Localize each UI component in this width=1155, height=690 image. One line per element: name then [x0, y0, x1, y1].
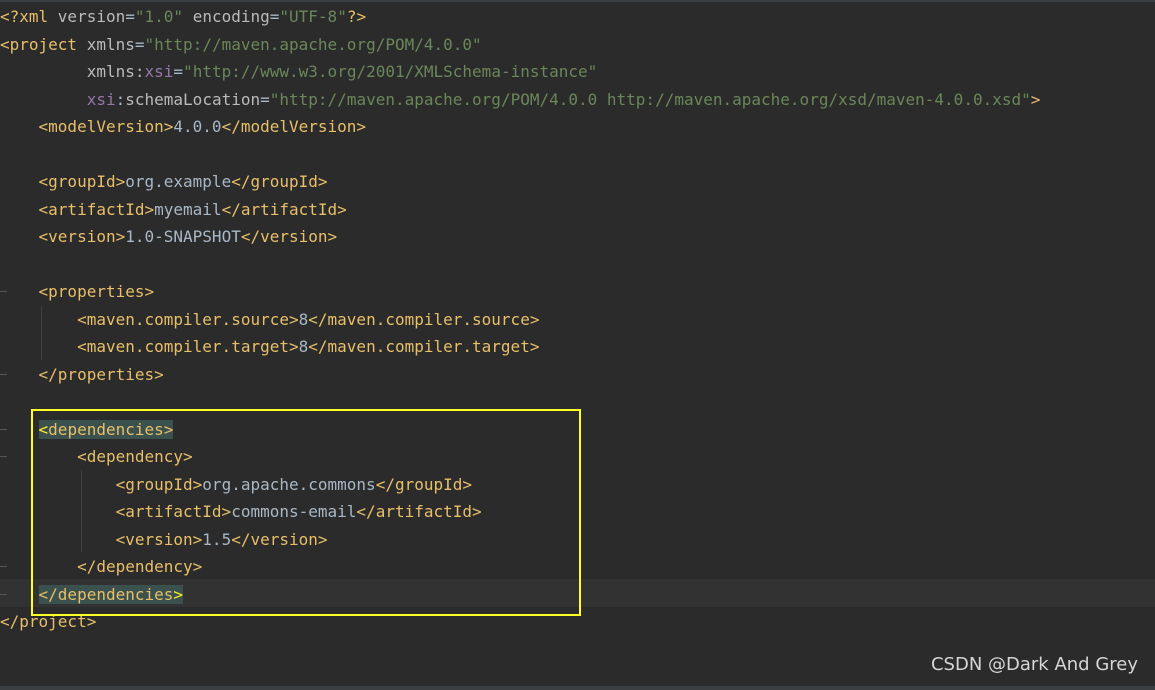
code-token: <version> [38, 227, 126, 246]
code-token: 8 [298, 337, 309, 356]
code-token: = [269, 7, 280, 26]
code-token: = [134, 34, 145, 54]
code-token: : [134, 62, 145, 81]
code-line[interactable]: </properties> [0, 361, 164, 388]
code-line[interactable]: <maven.compiler.target>8</maven.compiler… [0, 333, 539, 360]
code-editor[interactable]: <?xml version="1.0" encoding="UTF-8"?> <p… [0, 0, 1155, 690]
code-token: <groupId> [38, 172, 126, 191]
code-token: </maven.compiler.source> [308, 309, 540, 329]
code-token: ?> [346, 7, 367, 26]
code-token: xmlns [86, 62, 135, 81]
code-token: "UTF-8" [279, 7, 347, 26]
code-token: </version> [240, 227, 338, 246]
code-line[interactable]: <project xmlns="http://maven.apache.org/… [0, 31, 482, 58]
code-token: <maven.compiler.source> [77, 309, 299, 329]
code-token: = [173, 62, 184, 81]
code-token: </properties> [38, 364, 164, 384]
code-token: </artifactId> [221, 199, 347, 219]
code-line[interactable]: xmlns:xsi="http://www.w3.org/2001/XMLSch… [0, 58, 598, 85]
code-token: <properties> [38, 282, 155, 301]
editor-top-border [0, 0, 1155, 2]
code-token: schemaLocation [125, 89, 261, 109]
code-line[interactable]: <artifactId>myemail</artifactId> [0, 196, 347, 223]
code-line[interactable]: <?xml version="1.0" encoding="UTF-8"?> [0, 3, 366, 30]
code-token: = [260, 89, 270, 109]
code-line[interactable]: xsi:schemaLocation="http://maven.apache.… [0, 86, 1041, 113]
code-line[interactable]: <modelVersion>4.0.0</modelVersion> [0, 113, 367, 140]
code-token: > [1030, 89, 1041, 109]
code-token: xmlns [86, 34, 135, 54]
code-token: </maven.compiler.target> [308, 337, 540, 356]
code-token: "http://www.w3.org/2001/XMLSchema-instan… [183, 62, 598, 81]
code-token: : [115, 89, 126, 109]
code-token: <artifactId> [38, 199, 155, 219]
code-token: </groupId> [231, 172, 328, 191]
code-token: <?xml [0, 7, 58, 26]
editor-bottom-border [0, 686, 1155, 690]
code-token: org.example [125, 172, 232, 191]
code-token: 8 [298, 309, 309, 329]
code-token: <modelVersion> [38, 117, 174, 136]
code-token: = [125, 7, 135, 26]
code-line[interactable]: <groupId>org.example</groupId> [0, 168, 328, 195]
watermark: CSDN @Dark And Grey [930, 654, 1138, 675]
code-token: "1.0" [134, 7, 184, 26]
code-token: </modelVersion> [221, 117, 367, 136]
code-token: encoding [192, 7, 270, 26]
code-token: <maven.compiler.target> [77, 337, 299, 356]
code-token: myemail [154, 199, 222, 219]
code-token: "http://maven.apache.org/POM/4.0.0" [144, 34, 482, 54]
code-line[interactable]: <maven.compiler.source>8</maven.compiler… [0, 306, 539, 333]
code-token: 4.0.0 [173, 117, 222, 136]
code-token: "http://maven.apache.org/POM/4.0.0 http:… [269, 89, 1031, 109]
dependencies-highlight-box [31, 409, 581, 616]
code-token: <project [0, 34, 87, 54]
code-line[interactable]: <version>1.0-SNAPSHOT</version> [0, 223, 338, 250]
code-token: xsi [86, 89, 116, 109]
code-line[interactable]: <properties> [0, 278, 155, 305]
code-token: xsi [144, 62, 174, 81]
code-token: 1.0-SNAPSHOT [125, 227, 241, 246]
code-token: version [57, 7, 126, 26]
